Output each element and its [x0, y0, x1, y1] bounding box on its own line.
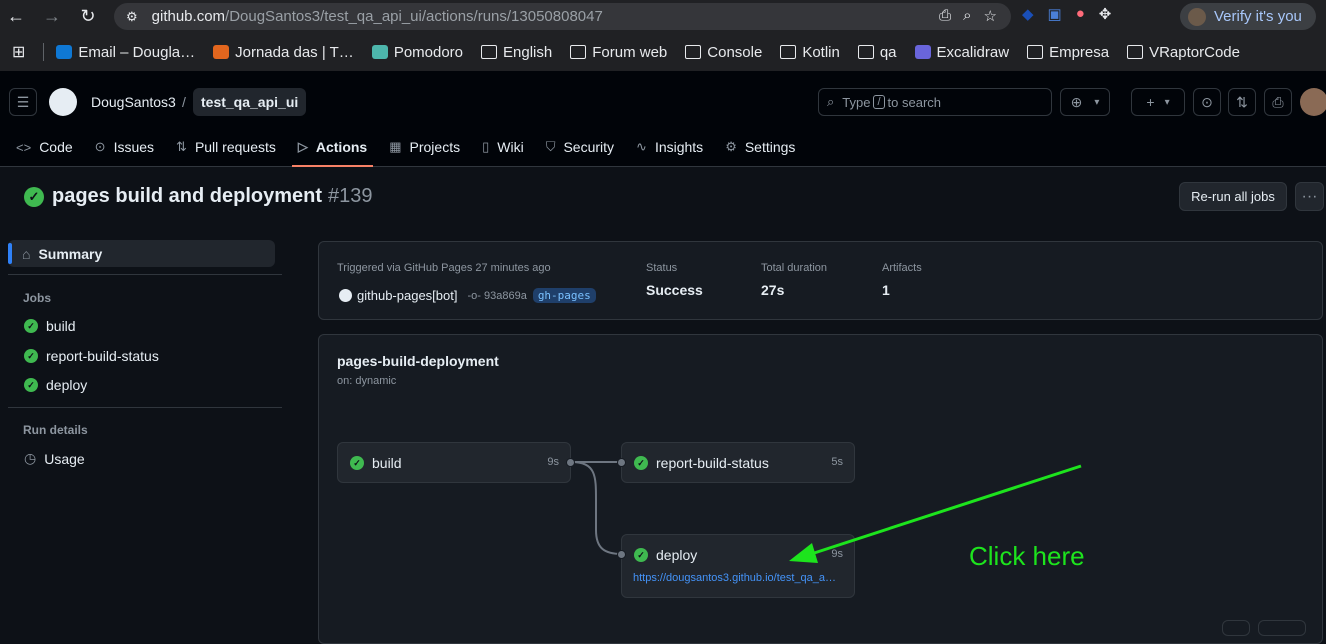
annotation-label: Click here	[969, 541, 1085, 571]
zoom-controls[interactable]	[1258, 620, 1306, 636]
graph-controls	[1222, 620, 1306, 636]
annotation-arrow-icon	[789, 464, 1082, 563]
fullscreen-button[interactable]	[1222, 620, 1250, 636]
